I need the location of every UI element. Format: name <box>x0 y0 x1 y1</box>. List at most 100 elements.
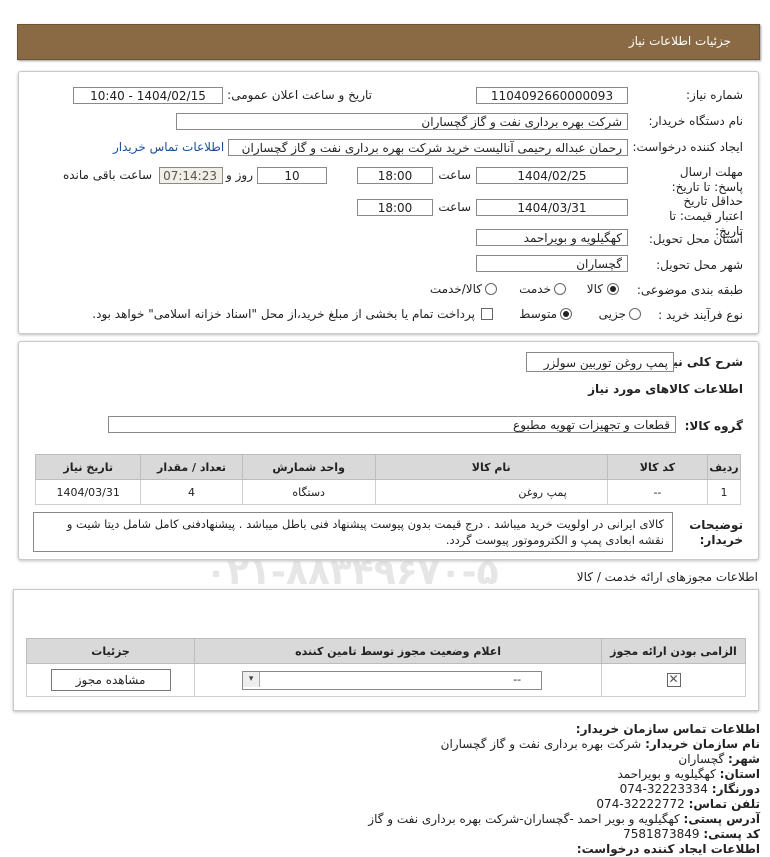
province-label: استان محل تحویل: <box>648 232 743 246</box>
category-option-goods: کالا <box>586 282 603 296</box>
announce-field: 1404/02/15 - 10:40 <box>73 87 223 104</box>
purchase-type-label: نوع فرآیند خرید : <box>658 308 743 322</box>
contact-province-value: کهگیلویه و بویراحمد <box>617 767 716 781</box>
contact-fax-value: 074-32223334 <box>619 782 708 796</box>
buyer-notes-label: توضیحات خریدار: <box>689 518 743 547</box>
city-field: گچساران <box>476 255 628 272</box>
buyer-notes-box: کالای ایرانی در اولویت خرید میباشد . درج… <box>33 512 673 552</box>
col-date: تاریخ نیاز <box>34 454 142 480</box>
category-radio-goods[interactable] <box>607 283 619 295</box>
col-row: ردیف <box>707 454 741 480</box>
cell-status: -- ▾ <box>194 663 603 697</box>
validity-time-field: 18:00 <box>357 199 433 216</box>
category-option-both: کالا/خدمت <box>429 282 482 296</box>
contact-postal-row: کد پستی: 7581873849 <box>20 827 760 842</box>
purchase-radio-minor[interactable] <box>629 308 641 320</box>
contact-phone-label: تلفن تماس: <box>688 797 760 811</box>
category-label: طبقه بندی موضوعی: <box>636 283 743 297</box>
province-field: کهگیلویه و بویراحمد <box>476 229 628 246</box>
license-panel: الزامی بودن ارائه مجوز اعلام وضعیت مجوز … <box>13 589 759 711</box>
contact-buyer-link[interactable]: اطلاعات تماس خریدار <box>113 140 224 154</box>
license-table: الزامی بودن ارائه مجوز اعلام وضعیت مجوز … <box>25 638 746 697</box>
contact-creator-title: اطلاعات ایجاد کننده درخواست: <box>576 842 760 856</box>
summary-panel: شرح کلی نیاز: پمپ روغن توربین سولزر اطلا… <box>18 341 759 560</box>
contact-org-label: نام سازمان خریدار: <box>645 737 760 751</box>
col-code: کد کالا <box>606 454 709 480</box>
view-license-button[interactable]: مشاهده مجوز <box>50 669 171 691</box>
x-mark-icon: ✕ <box>668 672 679 686</box>
contact-province-label: استان: <box>719 767 760 781</box>
contact-postal-label: کد پستی: <box>703 827 760 841</box>
table-row: ✕ -- ▾ مشاهده مجوز <box>25 663 746 697</box>
contact-org-value: شرکت بهره برداری نفت و گاز گچساران <box>440 737 642 751</box>
deadline-time-field: 18:00 <box>357 167 433 184</box>
goods-table-header: ردیف کد کالا نام کالا واحد شمارش تعداد /… <box>34 454 741 480</box>
contact-title: اطلاعات تماس سازمان خریدار: <box>575 722 760 736</box>
goods-section-title: اطلاعات کالاهای مورد نیاز <box>588 382 743 396</box>
contact-city-label: شهر: <box>728 752 760 766</box>
contact-address-row: آدرس پستی: کهگیلویه و بویر احمد -گچساران… <box>20 812 760 827</box>
purchase-option-minor: جزیی <box>598 307 626 321</box>
license-section-title: اطلاعات مجوزهای ارائه خدمت / کالا <box>576 570 758 584</box>
col-details: جزئیات <box>25 638 196 664</box>
dropdown-arrow-icon[interactable]: ▾ <box>243 671 261 687</box>
cell-date: 1404/03/31 <box>34 479 142 505</box>
contact-postal-value: 7581873849 <box>623 827 700 841</box>
col-status: اعلام وضعیت مجوز توسط تامین کننده <box>194 638 603 664</box>
contact-address-label: آدرس پستی: <box>683 812 760 826</box>
buyer-field: شرکت بهره برداری نفت و گاز گچساران <box>176 113 628 130</box>
treasury-text: پرداخت تمام یا بخشی از مبلغ خرید،از محل … <box>92 307 475 321</box>
deadline-time-label: ساعت <box>438 168 471 182</box>
contact-province-row: استان: کهگیلویه و بویراحمد <box>20 767 760 782</box>
required-checkbox[interactable]: ✕ <box>666 672 681 687</box>
deadline-date-field: 1404/02/25 <box>476 167 628 184</box>
creator-field: رحمان عبداله رحیمی آنالیست خرید شرکت بهر… <box>228 139 628 156</box>
city-label: شهر محل تحویل: <box>656 258 743 272</box>
contact-phone-row: تلفن تماس: 074-32222772 <box>20 797 760 812</box>
contact-section: اطلاعات تماس سازمان خریدار: نام سازمان خ… <box>20 722 760 857</box>
col-unit: واحد شمارش <box>241 454 376 480</box>
contact-org-row: نام سازمان خریدار: شرکت بهره برداری نفت … <box>20 737 760 752</box>
page-header: جزئیات اطلاعات نیاز <box>17 24 760 60</box>
category-radio-both[interactable] <box>485 283 497 295</box>
cell-required: ✕ <box>601 663 746 697</box>
goods-group-label: گروه کالا: <box>684 419 743 433</box>
description-field: پمپ روغن توربین سولزر <box>526 352 674 372</box>
page-title: جزئیات اطلاعات نیاز <box>628 34 731 48</box>
status-select[interactable]: -- ▾ <box>242 670 543 690</box>
cell-unit: دستگاه <box>241 479 376 505</box>
contact-city-row: شهر: گچساران <box>20 752 760 767</box>
need-number-field: 1104092660000093 <box>476 87 628 104</box>
col-quantity: تعداد / مقدار <box>140 454 243 480</box>
purchase-option-medium: متوسط <box>519 307 557 321</box>
category-radio-service[interactable] <box>554 283 566 295</box>
validity-time-label: ساعت <box>438 200 471 214</box>
days-label: روز و <box>226 168 253 182</box>
remaining-time-field: 07:14:23 <box>159 167 223 184</box>
cell-row: 1 <box>707 479 741 505</box>
need-number-label: شماره نیاز: <box>686 88 743 102</box>
creator-label: ایجاد کننده درخواست: <box>632 140 743 154</box>
col-required: الزامی بودن ارائه مجوز <box>601 638 746 664</box>
col-name: نام کالا <box>374 454 608 480</box>
treasury-checkbox[interactable] <box>481 308 493 320</box>
cell-details: مشاهده مجوز <box>25 663 196 697</box>
table-row: 1 -- پمپ روغن دستگاه 4 1404/03/31 <box>34 479 741 505</box>
contact-fax-row: دورنگار: 074-32223334 <box>20 782 760 797</box>
purchase-radio-medium[interactable] <box>560 308 572 320</box>
cell-quantity: 4 <box>140 479 243 505</box>
buyer-label: نام دستگاه خریدار: <box>648 114 744 128</box>
contact-fax-label: دورنگار: <box>711 782 760 796</box>
contact-phone-value: 074-32222772 <box>596 797 685 811</box>
category-option-service: خدمت <box>519 282 551 296</box>
days-field: 10 <box>257 167 327 184</box>
goods-table: ردیف کد کالا نام کالا واحد شمارش تعداد /… <box>34 454 741 505</box>
deadline-label: مهلت ارسال پاسخ: تا تاریخ: <box>671 165 743 194</box>
cell-name: پمپ روغن <box>374 479 608 505</box>
contact-address-value: کهگیلویه و بویر احمد -گچساران-شرکت بهره … <box>368 812 680 826</box>
remaining-label: ساعت باقی مانده <box>62 168 152 182</box>
status-select-value: -- <box>513 672 522 686</box>
validity-date-field: 1404/03/31 <box>476 199 628 216</box>
goods-group-field: قطعات و تجهیزات تهویه مطبوع <box>108 416 676 433</box>
contact-city-value: گچساران <box>678 752 725 766</box>
